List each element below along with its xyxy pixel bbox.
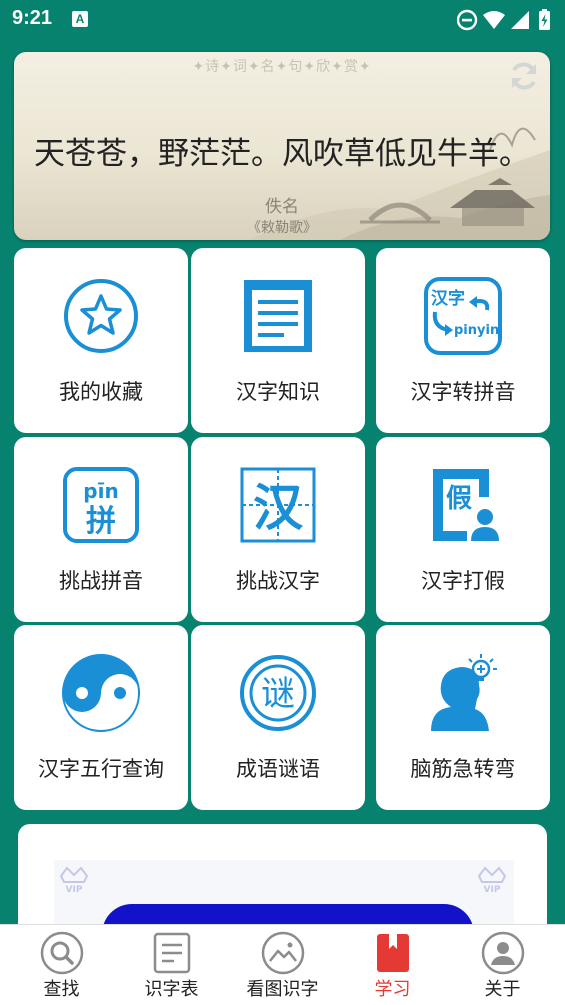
star-circle-icon [64, 279, 138, 353]
svg-text:拼: 拼 [86, 504, 116, 539]
pinyin-challenge-label: 挑战拼音 [59, 569, 143, 593]
status-time: 9:21 [12, 7, 53, 29]
svg-text:VIP: VIP [484, 885, 501, 894]
poem-author: 佚名 [265, 197, 299, 217]
hanzi-fake-icon: 假 [433, 469, 499, 541]
idiom-riddle-tile[interactable]: 谜 成语谜语 [191, 625, 365, 810]
refresh-icon[interactable] [506, 58, 542, 94]
svg-text:pinyin: pinyin [454, 323, 499, 338]
status-bar: 9:21 A [0, 0, 565, 40]
svg-text:VIP: VIP [66, 885, 83, 894]
vip-crown-right-icon: VIP [477, 866, 507, 894]
hanzi-to-pinyin-label: 汉字转拼音 [410, 380, 516, 404]
do-not-disturb-icon [457, 9, 478, 31]
favorites-label: 我的收藏 [59, 380, 143, 404]
hanzi-knowledge-label: 汉字知识 [236, 380, 320, 404]
nav-picture-learn[interactable]: 看图识字 [226, 925, 339, 1005]
riddle-seal-icon: 谜 [240, 655, 316, 731]
brain-teaser-icon [431, 654, 497, 731]
nav-search[interactable]: 查找 [5, 925, 118, 1005]
svg-text:假: 假 [446, 484, 472, 514]
poem-header: ✦诗✦词✦名✦句✦欣✦赏✦ [192, 59, 372, 75]
brain-teaser-label: 脑筋急转弯 [410, 757, 516, 781]
nav-picture-learn-label: 看图识字 [246, 979, 319, 1000]
nav-about-label: 关于 [484, 979, 521, 1000]
search-icon [40, 931, 83, 975]
hanzi-challenge-icon: 汉 [240, 467, 316, 543]
document-icon [244, 280, 312, 352]
hanzi-to-pinyin-tile[interactable]: 汉字 pinyin 汉字转拼音 [376, 248, 550, 433]
svg-text:汉字: 汉字 [431, 288, 465, 309]
svg-text:pīn: pīn [83, 479, 118, 503]
hanzi-fake-tile[interactable]: 假 汉字打假 [376, 437, 550, 622]
bookmark-icon [376, 934, 409, 972]
nav-about[interactable]: 关于 [446, 925, 559, 1005]
user-icon [481, 931, 524, 975]
nav-search-label: 查找 [43, 979, 80, 1000]
nav-char-list[interactable]: 识字表 [115, 925, 228, 1005]
favorites-tile[interactable]: 我的收藏 [14, 248, 188, 433]
battery-icon [539, 9, 550, 30]
notification-a-icon: A [72, 11, 88, 27]
svg-text:汉: 汉 [253, 479, 304, 537]
image-icon [261, 931, 304, 975]
hanzi-to-pinyin-icon: 汉字 pinyin [424, 277, 502, 355]
five-elements-label: 汉字五行查询 [38, 757, 164, 781]
hanzi-knowledge-tile[interactable]: 汉字知识 [191, 248, 365, 433]
status-icons [457, 9, 550, 31]
nav-study[interactable]: 学习 [336, 925, 449, 1005]
pinyin-challenge-icon: pīn 拼 [63, 467, 139, 543]
nav-study-label: 学习 [374, 979, 411, 1000]
svg-text:谜: 谜 [261, 674, 295, 714]
poem-card[interactable]: ✦诗✦词✦名✦句✦欣✦赏✦ 天苍苍，野茫茫。风吹草低见牛羊。 佚名 《敕勒歌》 [14, 52, 550, 240]
pinyin-challenge-tile[interactable]: pīn 拼 挑战拼音 [14, 437, 188, 622]
bottom-nav: 查找 识字表 看图识字 学习 关于 [0, 924, 565, 1005]
signal-icon [511, 11, 529, 29]
list-icon [153, 932, 190, 974]
wifi-icon [483, 11, 505, 29]
brain-teaser-tile[interactable]: 脑筋急转弯 [376, 625, 550, 810]
nav-char-list-label: 识字表 [144, 979, 199, 1000]
hanzi-challenge-tile[interactable]: 汉 挑战汉字 [191, 437, 365, 622]
poem-text: 天苍苍，野茫茫。风吹草低见牛羊。 [34, 136, 530, 172]
yin-yang-icon [62, 654, 140, 732]
five-elements-tile[interactable]: 汉字五行查询 [14, 625, 188, 810]
poem-source: 《敕勒歌》 [247, 220, 317, 236]
vip-crown-left-icon: VIP [59, 866, 89, 894]
hanzi-fake-label: 汉字打假 [421, 569, 505, 593]
idiom-riddle-label: 成语谜语 [236, 757, 320, 781]
hanzi-challenge-label: 挑战汉字 [236, 569, 320, 593]
